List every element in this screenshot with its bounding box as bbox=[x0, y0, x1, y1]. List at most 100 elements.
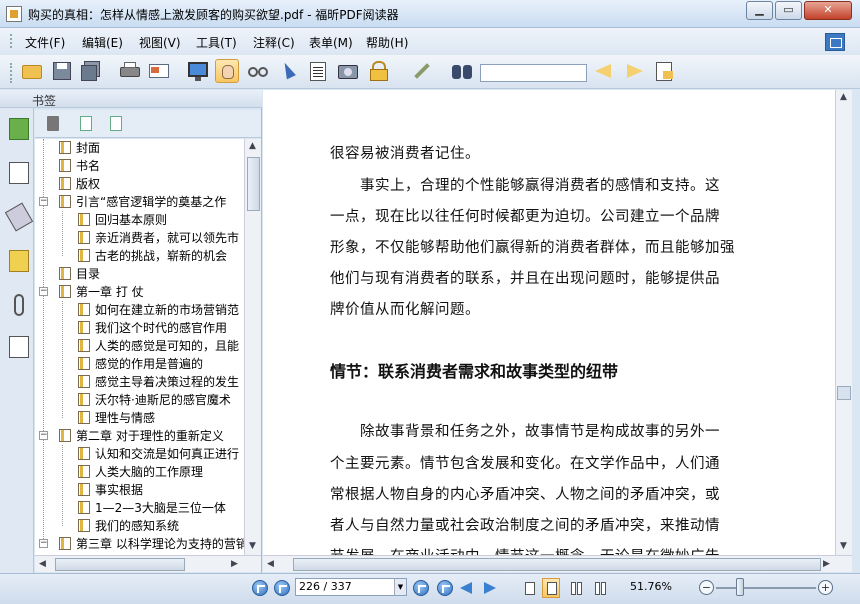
save-all-icon[interactable] bbox=[79, 59, 103, 83]
scroll-thumb[interactable] bbox=[55, 558, 185, 571]
binoculars-icon[interactable] bbox=[450, 59, 474, 83]
bookmark-item[interactable]: 第二章 对于理性的重新定义 bbox=[59, 427, 224, 445]
restore-view-icon[interactable] bbox=[825, 33, 845, 51]
bookmark-item[interactable]: 我们的感知系统 bbox=[78, 517, 179, 535]
menu-edit[interactable]: 编辑(E) bbox=[82, 34, 123, 51]
bookmark-item[interactable]: 我们这个时代的感官作用 bbox=[78, 319, 227, 337]
menu-tools[interactable]: 工具(T) bbox=[196, 34, 237, 51]
bookmarks-tab-icon[interactable] bbox=[9, 118, 29, 140]
highlight-icon[interactable] bbox=[653, 59, 677, 83]
menu-view[interactable]: 视图(V) bbox=[139, 34, 181, 51]
add-child-bookmark-icon[interactable] bbox=[110, 116, 122, 131]
attachments-tab-icon[interactable] bbox=[14, 294, 24, 316]
collapse-toggle[interactable]: − bbox=[39, 539, 48, 548]
comments-tab-icon[interactable] bbox=[9, 250, 29, 272]
bookmark-item[interactable]: 沃尔特·迪斯尼的感官魔术 bbox=[78, 391, 231, 409]
continuous-layout-button[interactable] bbox=[542, 578, 560, 598]
pages-tab-icon[interactable] bbox=[9, 162, 29, 184]
text-select-icon[interactable] bbox=[306, 59, 330, 83]
snapshot-icon[interactable] bbox=[336, 59, 360, 83]
bookmark-item[interactable]: 封面 bbox=[59, 139, 100, 157]
bookmark-item[interactable]: 古老的挑战，崭新的机会 bbox=[78, 247, 227, 265]
menu-form[interactable]: 表单(M) bbox=[309, 34, 353, 51]
bookmark-item[interactable]: 认知和交流是如何真正进行 bbox=[78, 445, 239, 463]
layers-tab-icon[interactable] bbox=[4, 202, 34, 232]
menubar-grip[interactable] bbox=[10, 34, 13, 48]
print-icon[interactable] bbox=[118, 59, 142, 83]
save-icon[interactable] bbox=[50, 59, 74, 83]
scroll-left-icon[interactable]: ◀ bbox=[39, 559, 46, 569]
bookmark-item[interactable]: 人类的感觉是可知的，且能 bbox=[78, 337, 239, 355]
search-forward-icon[interactable] bbox=[622, 59, 646, 83]
zoom-slider-track[interactable] bbox=[716, 587, 816, 589]
collapse-toggle[interactable]: − bbox=[39, 287, 48, 296]
bookmark-item[interactable]: 第三章 以科学理论为支持的营销 bbox=[59, 535, 244, 553]
bookmark-item[interactable]: 引言“感官逻辑学的奠基之作 bbox=[59, 193, 226, 211]
bookmark-vertical-scrollbar[interactable]: ▲ ▼ bbox=[244, 139, 261, 555]
bookmark-item[interactable]: 亲近消费者，就可以领先市 bbox=[78, 229, 239, 247]
lock-rms-icon[interactable] bbox=[367, 59, 391, 83]
zoom-glass-icon[interactable] bbox=[246, 59, 270, 83]
open-folder-icon[interactable] bbox=[20, 59, 44, 83]
signatures-tab-icon[interactable] bbox=[9, 336, 29, 358]
scroll-down-icon[interactable]: ▼ bbox=[249, 541, 256, 551]
bookmark-item[interactable]: 书名 bbox=[59, 157, 100, 175]
add-bookmark-icon[interactable] bbox=[80, 116, 92, 131]
bookmark-item[interactable]: 版权 bbox=[59, 175, 100, 193]
scroll-left-icon[interactable]: ◀ bbox=[267, 559, 274, 569]
email-icon[interactable] bbox=[147, 59, 171, 83]
zoom-slider-thumb[interactable] bbox=[736, 578, 744, 596]
bookmark-item[interactable]: 1—2—3大脑是三位一体 bbox=[78, 499, 226, 517]
bookmark-item[interactable]: 回归基本原则 bbox=[78, 211, 167, 229]
facing-layout-button[interactable] bbox=[566, 578, 584, 598]
fullscreen-icon[interactable] bbox=[186, 59, 210, 83]
sign-pen-icon[interactable] bbox=[409, 59, 433, 83]
scroll-thumb[interactable] bbox=[293, 558, 821, 571]
maximize-button[interactable]: ▭ bbox=[775, 1, 802, 20]
search-input[interactable] bbox=[480, 64, 587, 82]
minimize-button[interactable]: ▁ bbox=[746, 1, 773, 20]
scroll-up-icon[interactable]: ▲ bbox=[840, 92, 847, 102]
bookmark-item[interactable]: 目录 bbox=[59, 265, 100, 283]
chevron-down-icon[interactable]: ▼ bbox=[394, 579, 406, 595]
zoom-in-button[interactable]: + bbox=[818, 580, 833, 595]
bookmark-item[interactable]: 理性与情感 bbox=[78, 409, 155, 427]
next-page-button[interactable] bbox=[413, 580, 429, 596]
go-back-icon[interactable] bbox=[460, 582, 472, 594]
hand-tool-icon[interactable] bbox=[215, 59, 239, 83]
scroll-right-icon[interactable]: ▶ bbox=[231, 559, 238, 569]
document-view[interactable]: 很容易被消费者记住。 事实上，合理的个性能够赢得消费者的感情和支持。这 一点，现… bbox=[263, 90, 835, 555]
menu-help[interactable]: 帮助(H) bbox=[366, 34, 408, 51]
document-horizontal-scrollbar[interactable]: ◀ ▶ bbox=[263, 555, 852, 572]
bookmark-item[interactable]: 事实根据 bbox=[78, 481, 143, 499]
search-back-icon[interactable] bbox=[592, 59, 616, 83]
document-vertical-scrollbar[interactable]: ▲ ▼ bbox=[835, 90, 852, 555]
delete-bookmark-icon[interactable] bbox=[47, 116, 59, 131]
close-button[interactable]: ✕ bbox=[804, 1, 852, 20]
go-forward-icon[interactable] bbox=[484, 582, 496, 594]
scroll-thumb[interactable] bbox=[837, 386, 851, 400]
last-page-button[interactable] bbox=[437, 580, 453, 596]
scroll-up-icon[interactable]: ▲ bbox=[249, 141, 256, 151]
page-number-field[interactable]: 226 / 337 ▼ bbox=[295, 578, 407, 596]
bookmark-item[interactable]: 感觉的作用是普遍的 bbox=[78, 355, 203, 373]
single-page-layout-button[interactable] bbox=[520, 578, 538, 598]
scroll-down-icon[interactable]: ▼ bbox=[840, 541, 847, 551]
select-arrow-icon[interactable] bbox=[275, 59, 299, 83]
bookmark-horizontal-scrollbar[interactable]: ◀ ▶ bbox=[35, 555, 261, 572]
collapse-toggle[interactable]: − bbox=[39, 431, 48, 440]
zoom-level[interactable]: 51.76% bbox=[630, 580, 672, 593]
bookmark-item[interactable]: 人类大脑的工作原理 bbox=[78, 463, 203, 481]
first-page-button[interactable] bbox=[252, 580, 268, 596]
scroll-thumb[interactable] bbox=[247, 157, 260, 211]
menu-comment[interactable]: 注释(C) bbox=[253, 34, 295, 51]
toolbar-grip[interactable] bbox=[10, 63, 13, 83]
zoom-out-button[interactable]: − bbox=[699, 580, 714, 595]
bookmark-item[interactable]: 如何在建立新的市场营销范 bbox=[78, 301, 239, 319]
bookmark-item[interactable]: 第一章 打 仗 bbox=[59, 283, 144, 301]
continuous-facing-layout-button[interactable] bbox=[590, 578, 608, 598]
bookmark-item[interactable]: 感觉主导着决策过程的发生 bbox=[78, 373, 239, 391]
scroll-right-icon[interactable]: ▶ bbox=[823, 559, 830, 569]
menu-file[interactable]: 文件(F) bbox=[25, 34, 65, 51]
collapse-toggle[interactable]: − bbox=[39, 197, 48, 206]
